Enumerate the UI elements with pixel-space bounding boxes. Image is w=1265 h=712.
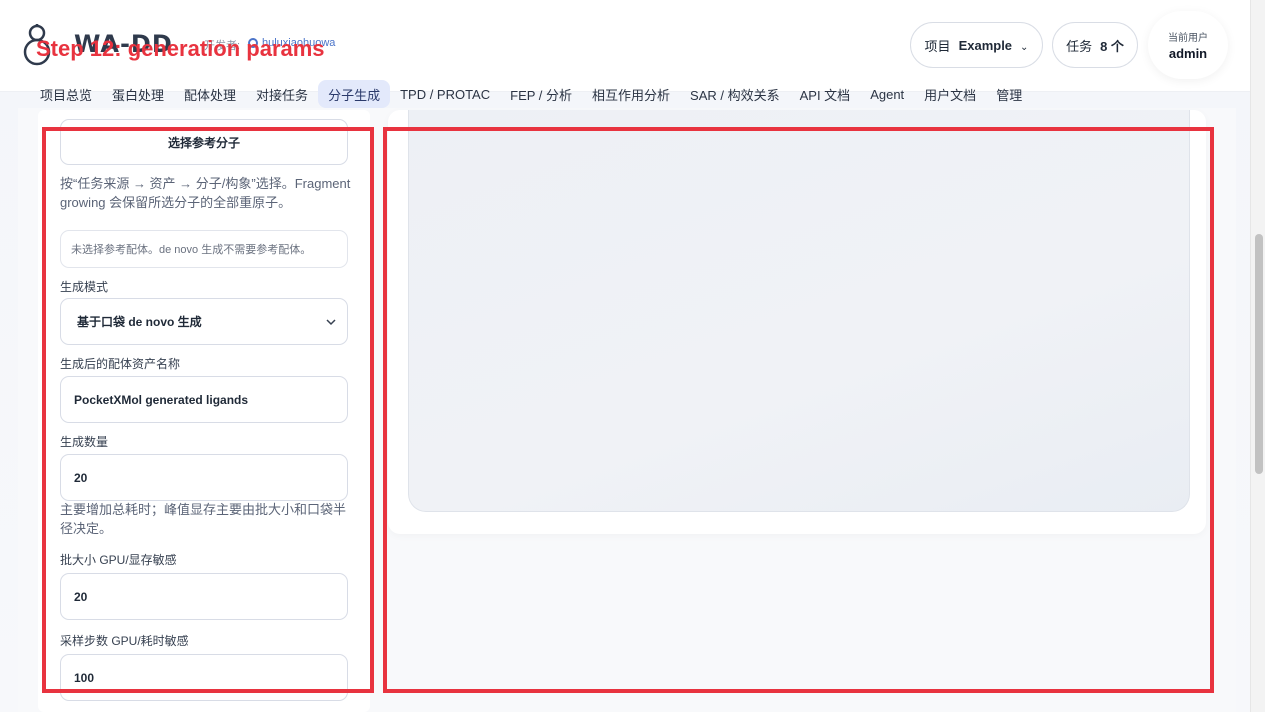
user-name: admin	[1168, 46, 1208, 61]
user-menu[interactable]: 当前用户 admin	[1148, 11, 1228, 79]
nav-item[interactable]: FEP / 分析	[500, 80, 582, 108]
nav-item[interactable]: 相互作用分析	[582, 80, 680, 108]
chevron-down-icon: ⌄	[1020, 41, 1029, 53]
annotation-box-right	[383, 127, 1214, 693]
main-nav: 项目总览 蛋白处理 配体处理 对接任务 分子生成 TPD / PROTAC FEP / 分析…	[30, 80, 1032, 108]
scrollbar-thumb[interactable]	[1255, 234, 1263, 474]
tasks-button[interactable]: 任务 8 个	[1052, 22, 1138, 68]
nav-item[interactable]: Agent	[860, 80, 914, 108]
project-value: Example	[958, 37, 1013, 53]
nav-item[interactable]: 蛋白处理	[102, 80, 174, 108]
nav-item[interactable]: SAR / 构效关系	[680, 80, 790, 108]
nav-item[interactable]: API 文档	[790, 80, 861, 108]
scrollbar[interactable]	[1250, 0, 1265, 712]
tasks-label: 任务	[1066, 38, 1093, 54]
tasks-count: 8 个	[1100, 38, 1124, 54]
user-label: 当前用户	[1168, 33, 1208, 44]
nav-item[interactable]: 分子生成	[318, 80, 391, 108]
nav-item[interactable]: 管理	[986, 80, 1032, 108]
nav-item[interactable]: 项目总览	[30, 80, 102, 108]
annotation-box-left	[42, 127, 374, 693]
step-annotation: Step 12: generation params	[36, 36, 325, 61]
nav-item[interactable]: 配体处理	[174, 80, 246, 108]
nav-item[interactable]: TPD / PROTAC	[390, 80, 500, 108]
project-selector[interactable]: 项目 Example ⌄	[910, 22, 1043, 68]
nav-item[interactable]: 用户文档	[914, 80, 986, 108]
project-label: 项目	[924, 38, 951, 54]
nav-item[interactable]: 对接任务	[246, 80, 318, 108]
page: 选择参考分子 按“任务来源 → 资产 → 分子/构象”选择。Fragment g…	[0, 0, 1250, 712]
